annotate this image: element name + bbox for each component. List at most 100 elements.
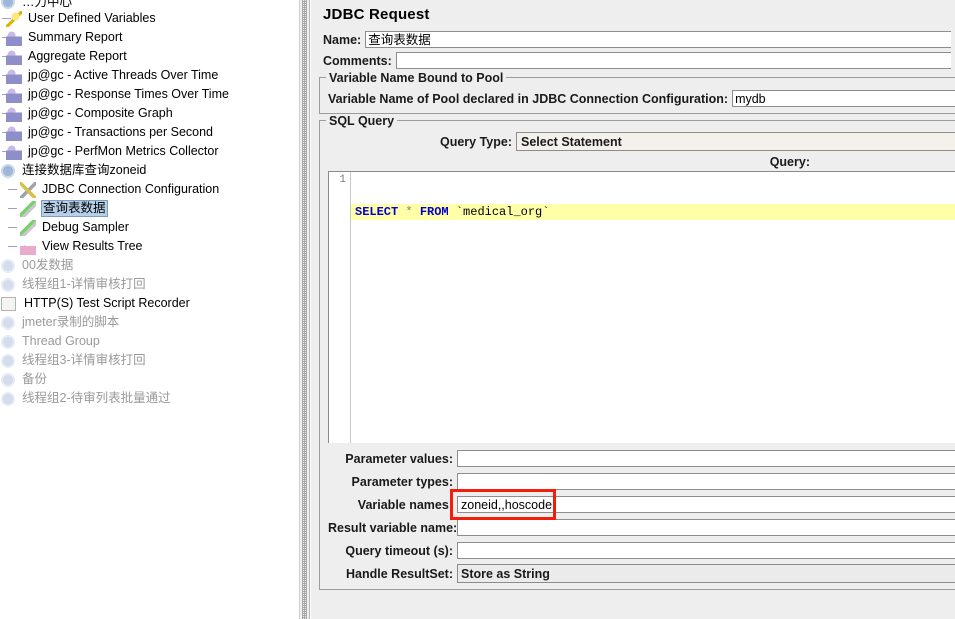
tree-node[interactable]: 备份 <box>0 370 299 389</box>
sql-group-title: SQL Query <box>326 114 398 128</box>
sql-token: FROM <box>419 205 449 219</box>
tree-node-label: Thread Group <box>22 334 100 348</box>
tree-node[interactable]: 线程组1-详情审核打回 <box>0 275 299 294</box>
tree-connector-line <box>8 208 17 209</box>
thread-group-icon <box>0 257 16 274</box>
tree-node[interactable]: jp@gc - Transactions per Second <box>0 123 299 142</box>
query-type-select[interactable]: Select Statement <box>516 132 955 151</box>
jdbc-config-icon <box>20 181 36 198</box>
tree-node[interactable]: jp@gc - Composite Graph <box>0 104 299 123</box>
http-recorder-icon <box>1 296 16 311</box>
tree-node[interactable]: 连接数据库查询zoneid <box>0 161 299 180</box>
tree-node-label: jmeter录制的脚本 <box>22 315 120 329</box>
jdbc-field-input[interactable]: zoneid,,hoscode <box>457 496 955 513</box>
debug-sampler-icon <box>20 219 36 236</box>
tree-node-label: Aggregate Report <box>28 49 127 63</box>
comments-label: Comments: <box>323 53 392 68</box>
tree-node[interactable]: Aggregate Report <box>0 47 299 66</box>
tree-node-label: jp@gc - Composite Graph <box>28 106 173 120</box>
tree-node[interactable]: JDBC Connection Configuration <box>0 180 299 199</box>
aggregate-report-icon <box>6 48 22 65</box>
jdbc-field-row: Handle ResultSet: Store as String <box>328 562 955 585</box>
pool-group-title: Variable Name Bound to Pool <box>326 71 507 85</box>
tree-node[interactable]: 00发数据 <box>0 256 299 275</box>
jdbc-field-input[interactable] <box>457 519 955 536</box>
thread-group-icon <box>0 390 16 407</box>
tree-node[interactable]: Summary Report <box>0 28 299 47</box>
tree-node-label: JDBC Connection Configuration <box>42 182 220 196</box>
tree-node-label: 查询表数据 <box>41 200 108 217</box>
tree-node-label: jp@gc - Transactions per Second <box>28 125 214 139</box>
jdbc-field-label: Query timeout (s): <box>345 543 453 558</box>
tree-node-label: View Results Tree <box>42 239 143 253</box>
jdbc-field-row: Result variable name: <box>328 516 955 539</box>
sql-query-group: SQL Query Query Type: Select Statement Q… <box>319 114 955 590</box>
pool-row: Variable Name of Pool declared in JDBC C… <box>328 88 955 109</box>
tree-node[interactable]: View Results Tree <box>0 237 299 256</box>
tree-node-label: 线程组3-详情审核打回 <box>22 353 146 367</box>
test-plan-tree[interactable]: …力中心 User Defined Variables Summary Report… <box>0 0 299 408</box>
jdbc-sampler-icon <box>20 200 36 217</box>
listener-icon <box>6 67 22 84</box>
test-plan-tree-panel[interactable]: …力中心 User Defined Variables Summary Report… <box>0 0 299 619</box>
listener-icon <box>6 86 22 103</box>
tree-node[interactable]: 线程组3-详情审核打回 <box>0 351 299 370</box>
thread-group-icon <box>0 371 16 388</box>
thread-group-icon <box>0 162 16 179</box>
tree-node[interactable]: jp@gc - Response Times Over Time <box>0 85 299 104</box>
tree-node[interactable]: 查询表数据 <box>0 199 299 218</box>
tree-node-label: 连接数据库查询zoneid <box>22 163 147 177</box>
name-row: Name: 查询表数据 <box>323 29 951 50</box>
thread-group-icon <box>0 314 16 331</box>
tree-node[interactable]: jp@gc - PerfMon Metrics Collector <box>0 142 299 161</box>
jdbc-field-row: Parameter types: <box>328 470 955 493</box>
name-label: Name: <box>323 32 362 47</box>
jmeter-window: …力中心 User Defined Variables Summary Report… <box>0 0 955 619</box>
sql-line-1[interactable]: SELECT * FROM `medical_org` <box>351 204 955 220</box>
tree-node-label: jp@gc - PerfMon Metrics Collector <box>28 144 219 158</box>
tree-node[interactable]: Thread Group <box>0 332 299 351</box>
tree-node[interactable]: 线程组2-待审列表批量通过 <box>0 389 299 408</box>
pool-field-label: Variable Name of Pool declared in JDBC C… <box>328 91 729 106</box>
query-label: Query: <box>769 155 810 169</box>
thread-group-icon <box>0 276 16 293</box>
sql-query-editor[interactable]: 1 SELECT * FROM `medical_org` <box>328 171 955 443</box>
jdbc-field-label: Parameter values: <box>345 451 453 466</box>
comments-input[interactable] <box>395 52 951 69</box>
listener-icon <box>6 105 22 122</box>
tree-node[interactable]: User Defined Variables <box>0 9 299 28</box>
line-number: 1 <box>339 174 346 186</box>
divider-grip-icon <box>302 0 307 619</box>
variable-name-bound-to-pool-group: Variable Name Bound to Pool Variable Nam… <box>319 71 955 114</box>
tree-node-label: Debug Sampler <box>42 220 129 234</box>
jdbc-field-input[interactable] <box>457 450 955 467</box>
tree-node-label: 00发数据 <box>22 258 74 272</box>
jdbc-field-input[interactable] <box>457 473 955 490</box>
editor-code-area[interactable]: SELECT * FROM `medical_org` <box>351 172 955 443</box>
editor-line-gutter: 1 <box>329 172 351 443</box>
tree-node[interactable]: …力中心 <box>0 0 299 10</box>
tree-node[interactable]: Debug Sampler <box>0 218 299 237</box>
handle-resultset-select[interactable]: Store as String <box>457 564 955 583</box>
pool-name-input[interactable]: mydb <box>732 90 955 107</box>
tree-node-label: jp@gc - Response Times Over Time <box>28 87 229 101</box>
sql-token: SELECT <box>355 205 399 219</box>
tree-node[interactable]: HTTP(S) Test Script Recorder <box>0 294 299 313</box>
pool-group-inner: Variable Name of Pool declared in JDBC C… <box>320 88 955 109</box>
jdbc-field-label: Result variable name: <box>328 520 458 535</box>
tree-connector-line <box>8 246 17 247</box>
query-type-row: Query Type: Select Statement <box>328 131 955 152</box>
name-input[interactable]: 查询表数据 <box>365 31 951 48</box>
query-type-label: Query Type: <box>440 134 513 149</box>
tree-node-label: jp@gc - Active Threads Over Time <box>28 68 219 82</box>
page-title: JDBC Request <box>323 6 430 23</box>
tree-node[interactable]: jp@gc - Active Threads Over Time <box>0 66 299 85</box>
tree-node[interactable]: jmeter录制的脚本 <box>0 313 299 332</box>
sql-token: `medical_org` <box>448 205 550 219</box>
thread-group-icon <box>0 333 16 350</box>
tree-node-label: 线程组2-待审列表批量通过 <box>22 391 171 405</box>
split-pane-divider[interactable] <box>299 0 310 619</box>
jdbc-request-panel: JDBC Request Name: 查询表数据 Comments: Varia… <box>310 0 955 619</box>
jdbc-field-input[interactable] <box>457 542 955 559</box>
